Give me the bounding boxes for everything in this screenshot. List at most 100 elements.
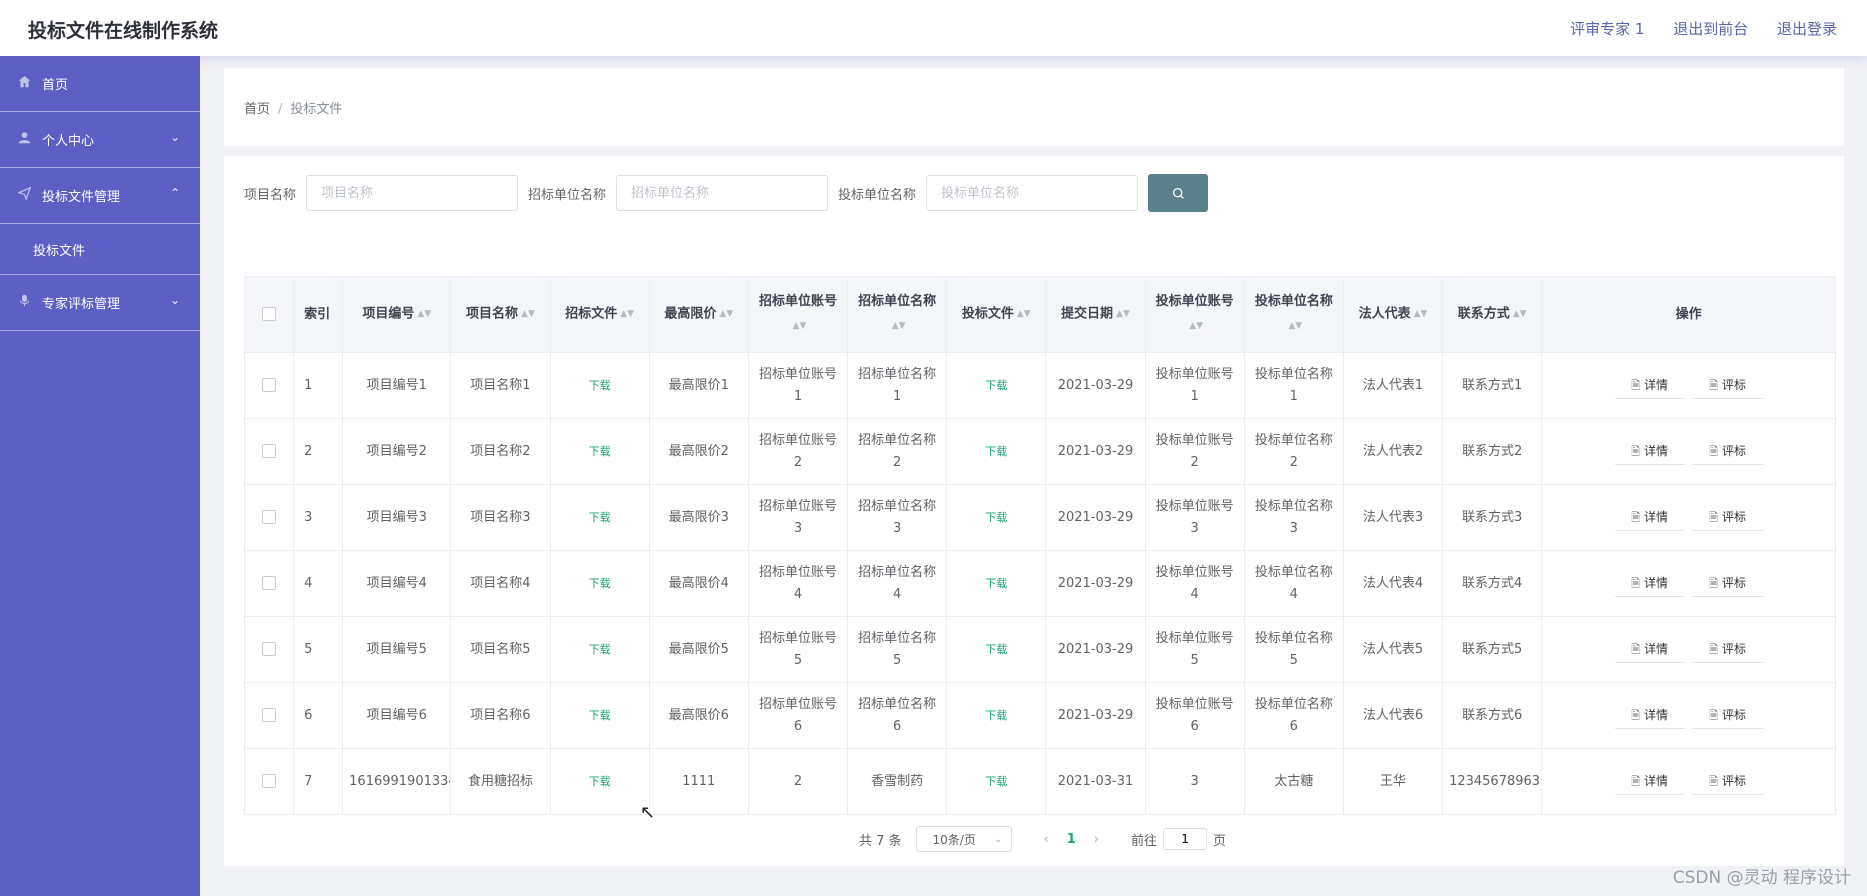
- col-header-project-name[interactable]: 项目名称 ▲▼: [450, 276, 551, 353]
- detail-button[interactable]: 🗎 详情: [1614, 702, 1685, 729]
- cell-tender-file: 下载: [549, 484, 650, 551]
- logout-link[interactable]: 退出登录: [1777, 20, 1837, 38]
- table-row: 5 项目编号5 项目名称5 下载 最高限价5 招标单位账号5 招标单位名称5 下载 2021-0…: [243, 616, 1836, 683]
- sort-icon[interactable]: ▲▼: [1017, 302, 1031, 326]
- document-icon: 🗎: [1631, 643, 1641, 656]
- sidebar-item-bid-mgmt[interactable]: 投标文件管理 ⌃: [0, 168, 200, 224]
- button-label: 评标: [1722, 708, 1747, 722]
- document-icon: 🗎: [1631, 709, 1641, 722]
- download-link[interactable]: 下载: [589, 643, 611, 656]
- sidebar-item-expert-mgmt[interactable]: 专家评标管理 ⌄: [0, 275, 200, 331]
- detail-button[interactable]: 🗎 详情: [1614, 438, 1685, 465]
- col-header-submit-date[interactable]: 提交日期 ▲▼: [1045, 276, 1146, 353]
- col-header-legal-rep[interactable]: 法人代表 ▲▼: [1342, 276, 1444, 353]
- tenderer-name-input[interactable]: [616, 175, 829, 211]
- cell-submit-date: 2021-03-29: [1045, 682, 1146, 749]
- sort-icon[interactable]: ▲▼: [1513, 302, 1527, 326]
- detail-button[interactable]: 🗎 详情: [1614, 570, 1685, 597]
- user-role-link[interactable]: 评审专家 1: [1570, 20, 1644, 38]
- row-checkbox[interactable]: [262, 642, 277, 656]
- download-link[interactable]: 下载: [589, 445, 611, 458]
- project-name-input[interactable]: [306, 175, 519, 211]
- sidebar-item-home[interactable]: 首页: [0, 56, 200, 112]
- cell-max-price: 最高限价6: [648, 682, 749, 749]
- download-link[interactable]: 下载: [985, 709, 1007, 722]
- col-header-project-no[interactable]: 项目编号 ▲▼: [342, 276, 452, 353]
- row-checkbox[interactable]: [262, 378, 277, 392]
- bidder-name-input[interactable]: [926, 175, 1139, 211]
- page-number-current[interactable]: 1: [1067, 832, 1076, 847]
- row-checkbox[interactable]: [262, 576, 277, 590]
- col-header-tender-file[interactable]: 招标文件 ▲▼: [549, 276, 650, 353]
- sort-icon[interactable]: ▲▼: [719, 302, 733, 326]
- sort-icon[interactable]: ▲▼: [1116, 302, 1130, 326]
- download-link[interactable]: 下载: [985, 643, 1007, 656]
- cell-bidder-name: 投标单位名称2: [1243, 418, 1344, 485]
- prev-page-button[interactable]: ‹: [1044, 832, 1049, 847]
- evaluate-button[interactable]: 🗎 评标: [1692, 768, 1763, 795]
- search-button[interactable]: [1148, 174, 1209, 212]
- col-header-bidder-name[interactable]: 投标单位名称▲▼: [1243, 276, 1344, 353]
- row-checkbox[interactable]: [262, 510, 277, 524]
- col-header-bidder-account[interactable]: 投标单位账号▲▼: [1144, 276, 1245, 353]
- back-to-frontend-link[interactable]: 退出到前台: [1673, 20, 1748, 38]
- download-link[interactable]: 下载: [985, 511, 1007, 524]
- sidebar-item-label: 专家评标管理: [42, 297, 121, 312]
- cell-legal-rep: 法人代表4: [1342, 550, 1444, 617]
- row-checkbox[interactable]: [262, 708, 277, 722]
- sort-icon[interactable]: ▲▼: [1288, 314, 1302, 338]
- sort-icon[interactable]: ▲▼: [417, 302, 431, 326]
- detail-button[interactable]: 🗎 详情: [1614, 504, 1685, 531]
- evaluate-button[interactable]: 🗎 评标: [1692, 372, 1763, 399]
- col-header-tenderer-name[interactable]: 招标单位名称▲▼: [847, 276, 948, 353]
- download-link[interactable]: 下载: [589, 577, 611, 590]
- download-link[interactable]: 下载: [589, 379, 611, 392]
- table-body: 1 项目编号1 项目名称1 下载 最高限价1 招标单位账号1 招标单位名称1 下载 2021-0…: [243, 352, 1836, 815]
- evaluate-button[interactable]: 🗎 评标: [1692, 504, 1763, 531]
- mic-icon: [18, 294, 36, 311]
- download-link[interactable]: 下载: [985, 775, 1007, 788]
- sidebar-item-personal[interactable]: 个人中心 ⌄: [0, 112, 200, 168]
- col-header-index: 索引: [293, 276, 344, 353]
- sort-icon[interactable]: ▲▼: [521, 302, 535, 326]
- page-size-select[interactable]: 10条/页 ⌄: [915, 826, 1012, 852]
- detail-button[interactable]: 🗎 详情: [1614, 768, 1685, 795]
- sort-icon[interactable]: ▲▼: [620, 302, 634, 326]
- col-header-contact[interactable]: 联系方式 ▲▼: [1442, 276, 1543, 353]
- cell-project-name: 项目名称6: [450, 682, 551, 749]
- download-link[interactable]: 下载: [589, 775, 611, 788]
- detail-button[interactable]: 🗎 详情: [1614, 636, 1685, 663]
- evaluate-button[interactable]: 🗎 评标: [1692, 702, 1763, 729]
- cell-actions: 🗎 详情 🗎 评标: [1541, 484, 1836, 551]
- cell-bid-file: 下载: [946, 682, 1047, 749]
- sort-icon[interactable]: ▲▼: [1189, 314, 1203, 338]
- download-link[interactable]: 下载: [985, 577, 1007, 590]
- evaluate-button[interactable]: 🗎 评标: [1692, 438, 1763, 465]
- breadcrumb-separator: /: [278, 102, 283, 117]
- cell-bidder-name: 太古糖: [1243, 748, 1344, 815]
- download-link[interactable]: 下载: [589, 709, 611, 722]
- cell-index: 7: [293, 748, 344, 815]
- download-link[interactable]: 下载: [589, 511, 611, 524]
- breadcrumb-home[interactable]: 首页: [244, 102, 270, 117]
- evaluate-button[interactable]: 🗎 评标: [1692, 570, 1763, 597]
- goto-page-input[interactable]: [1163, 828, 1208, 850]
- evaluate-button[interactable]: 🗎 评标: [1692, 636, 1763, 663]
- row-checkbox[interactable]: [262, 774, 277, 788]
- download-link[interactable]: 下载: [985, 379, 1007, 392]
- sidebar-subitem-bid-file[interactable]: 投标文件: [0, 224, 200, 275]
- row-checkbox[interactable]: [262, 444, 277, 458]
- cell-index: 4: [293, 550, 344, 617]
- col-header-max-price[interactable]: 最高限价 ▲▼: [648, 276, 749, 353]
- col-header-bid-file[interactable]: 投标文件 ▲▼: [946, 276, 1047, 353]
- col-header-tenderer-account[interactable]: 招标单位账号▲▼: [747, 276, 849, 353]
- download-link[interactable]: 下载: [985, 445, 1007, 458]
- next-page-button[interactable]: ›: [1094, 832, 1099, 847]
- sort-icon[interactable]: ▲▼: [793, 314, 807, 338]
- select-all-checkbox[interactable]: [262, 307, 277, 321]
- cell-bidder-account: 投标单位账号4: [1144, 550, 1245, 617]
- sort-icon[interactable]: ▲▼: [892, 314, 906, 338]
- chevron-up-icon: ⌃: [169, 186, 180, 200]
- sort-icon[interactable]: ▲▼: [1414, 302, 1428, 326]
- detail-button[interactable]: 🗎 详情: [1614, 372, 1685, 399]
